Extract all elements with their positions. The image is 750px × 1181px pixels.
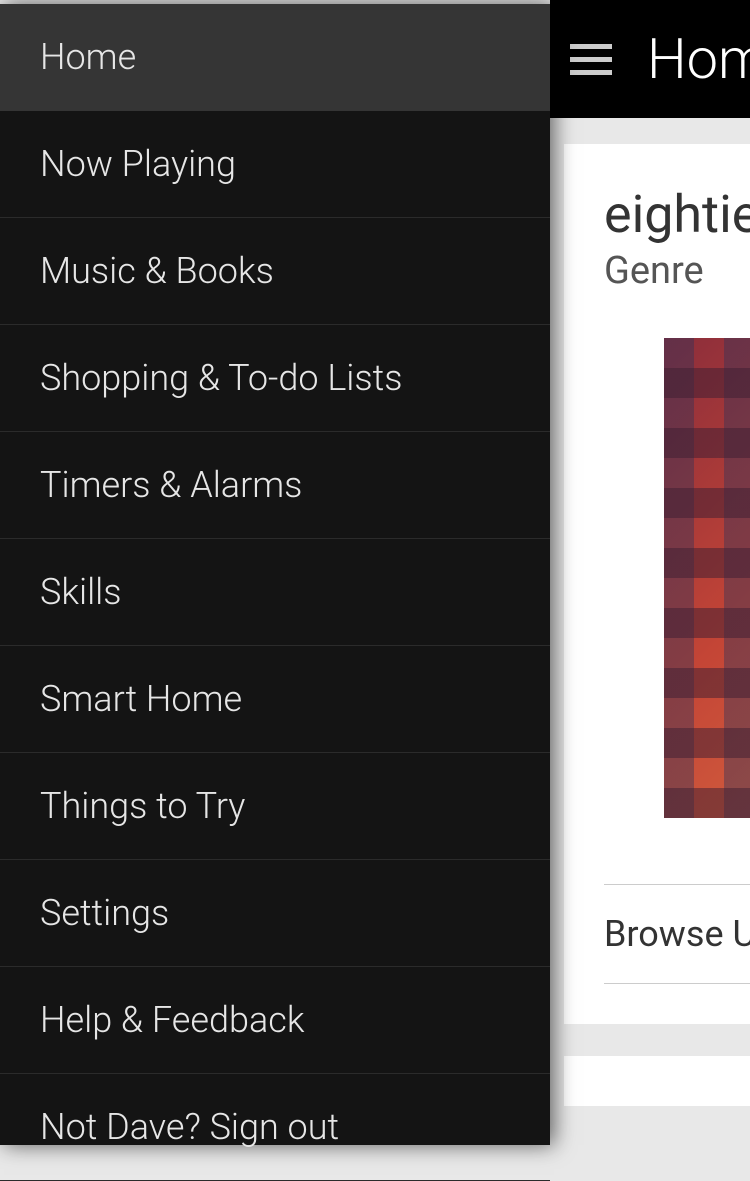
- sidebar-item-label: Help & Feedback: [40, 999, 304, 1041]
- page-title: Hom: [647, 26, 750, 92]
- sidebar-item-label: Music & Books: [40, 250, 274, 292]
- music-card: eightie Genre Browse Un: [564, 144, 750, 1024]
- card-title: eightie: [604, 184, 750, 245]
- header-bar: Hom: [550, 0, 750, 118]
- browse-link[interactable]: Browse Un: [604, 885, 750, 984]
- sidebar-item-label: Smart Home: [40, 678, 242, 720]
- sidebar-item-label: Skills: [40, 571, 122, 613]
- sidebar-item-shopping-todo[interactable]: Shopping & To-do Lists: [0, 325, 550, 432]
- sidebar-item-label: Things to Try: [40, 785, 245, 827]
- sidebar-item-label: Home: [40, 36, 136, 78]
- sidebar-item-label: Now Playing: [40, 143, 236, 185]
- sidebar: Home Now Playing Music & Books Shopping …: [0, 4, 550, 1145]
- sidebar-item-settings[interactable]: Settings: [0, 860, 550, 967]
- sidebar-item-sign-out[interactable]: Not Dave? Sign out: [0, 1074, 550, 1181]
- sidebar-item-label: Not Dave? Sign out: [40, 1106, 339, 1148]
- sidebar-item-label: Shopping & To-do Lists: [40, 357, 402, 399]
- sidebar-item-smart-home[interactable]: Smart Home: [0, 646, 550, 753]
- sidebar-item-timers-alarms[interactable]: Timers & Alarms: [0, 432, 550, 539]
- card-subtitle: Genre: [604, 249, 750, 293]
- main-content: Hom eightie Genre Browse Un: [550, 0, 750, 1145]
- sidebar-item-things-to-try[interactable]: Things to Try: [0, 753, 550, 860]
- sidebar-item-music-books[interactable]: Music & Books: [0, 218, 550, 325]
- second-card: [564, 1056, 750, 1106]
- sidebar-item-now-playing[interactable]: Now Playing: [0, 111, 550, 218]
- sidebar-item-help-feedback[interactable]: Help & Feedback: [0, 967, 550, 1074]
- album-art[interactable]: [664, 338, 750, 818]
- hamburger-icon[interactable]: [570, 44, 612, 75]
- sidebar-item-label: Timers & Alarms: [40, 464, 302, 506]
- sidebar-item-home[interactable]: Home: [0, 4, 550, 111]
- sidebar-item-label: Settings: [40, 892, 169, 934]
- sidebar-item-skills[interactable]: Skills: [0, 539, 550, 646]
